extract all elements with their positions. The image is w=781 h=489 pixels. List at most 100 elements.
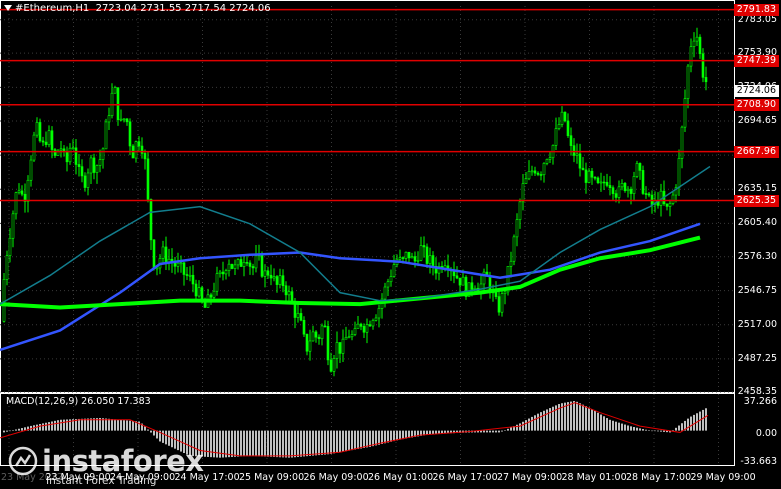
- candle-bull: [683, 98, 687, 128]
- macd-bar: [54, 420, 56, 431]
- macd-bar: [498, 430, 500, 433]
- macd-bar: [573, 401, 575, 431]
- time-tick: 25 May 09:00: [239, 472, 305, 483]
- current-price-tag: 2724.06: [733, 85, 779, 97]
- macd-bar: [255, 430, 257, 457]
- candle-bull: [17, 190, 21, 193]
- level-label: 2747.39: [733, 54, 779, 67]
- macd-bar: [672, 430, 674, 431]
- macd-bar: [693, 414, 695, 431]
- macd-bar: [45, 422, 47, 431]
- candle-bear: [194, 283, 198, 297]
- candle-bull: [29, 159, 33, 181]
- candle-bear: [221, 271, 225, 275]
- candle-bull: [101, 148, 105, 160]
- macd-bar: [486, 430, 488, 433]
- candle-bear: [314, 331, 318, 338]
- macd-bar: [366, 430, 368, 448]
- ma_fast-line: [0, 222, 701, 352]
- candle-bull: [677, 158, 681, 188]
- candle-bull: [59, 148, 63, 151]
- watermark-brand: instaforex: [42, 444, 204, 478]
- macd-bar: [675, 427, 677, 431]
- time-tick: 26 May 17:00: [432, 472, 498, 483]
- candle-bear: [329, 359, 333, 372]
- candle-bear: [563, 111, 567, 122]
- candle-bear: [704, 77, 708, 83]
- macd-bar: [276, 430, 278, 458]
- macd-bar: [39, 424, 41, 431]
- candle-bull: [5, 255, 9, 280]
- candle-bull: [392, 264, 396, 277]
- candle-bull: [89, 157, 93, 174]
- candle-bear: [53, 149, 57, 156]
- time-tick: 26 May 09:00: [303, 472, 369, 483]
- macd-bar: [489, 430, 491, 433]
- candle-bear: [368, 324, 372, 327]
- level-label: 2625.35: [733, 194, 779, 207]
- macd-bar: [243, 430, 245, 457]
- time-tick: 27 May 09:00: [497, 472, 563, 483]
- macd-bar: [333, 430, 335, 454]
- macd-bar: [648, 430, 650, 431]
- macd-bar: [603, 416, 605, 431]
- candle-bear: [611, 187, 615, 194]
- macd-bar: [609, 419, 611, 431]
- candle-bear: [146, 158, 150, 200]
- candle-bear: [77, 164, 81, 167]
- candle-bull: [98, 159, 102, 166]
- macd-bar: [516, 424, 518, 431]
- candle-bull: [356, 323, 360, 329]
- candle-bull: [197, 287, 201, 297]
- candle-bear: [245, 262, 249, 264]
- candle-bull: [515, 219, 519, 238]
- macd-bar: [147, 429, 149, 431]
- macd-bar: [264, 430, 266, 457]
- candle-bull: [371, 320, 375, 327]
- candle-bull: [308, 340, 312, 352]
- price-chart[interactable]: [0, 0, 781, 489]
- candle-bull: [398, 257, 402, 260]
- macd-bar: [654, 430, 656, 432]
- macd-bar: [429, 430, 431, 435]
- macd-bar: [129, 420, 131, 431]
- candle-bear: [20, 190, 24, 195]
- candle-bull: [218, 271, 222, 274]
- macd-bar: [18, 428, 20, 431]
- macd-bar: [348, 430, 350, 451]
- macd-bar: [42, 423, 44, 431]
- candle-bear: [698, 36, 702, 55]
- macd-bar: [318, 430, 320, 456]
- candle-bull: [509, 260, 513, 267]
- macd-label: MACD(12,26,9) 26.050 17.383: [6, 396, 151, 407]
- macd-bar: [21, 428, 23, 431]
- macd-bar: [570, 401, 572, 431]
- macd-bar: [294, 430, 296, 458]
- candle-bear: [572, 145, 576, 156]
- macd-bar: [381, 430, 383, 444]
- macd-bar: [540, 412, 542, 431]
- macd-bar: [267, 430, 269, 457]
- candle-bull: [512, 236, 516, 262]
- macd-bar: [213, 430, 215, 458]
- macd-bar: [705, 408, 707, 431]
- candle-bull: [461, 276, 465, 286]
- candle-bull: [263, 270, 267, 277]
- candle-bear: [125, 118, 129, 123]
- candle-bear: [584, 169, 588, 183]
- macd-bar: [285, 430, 287, 458]
- macd-bar: [588, 407, 590, 431]
- macd-bar: [357, 430, 359, 450]
- macd-bar: [579, 403, 581, 431]
- candle-bull: [545, 158, 549, 164]
- candle-bear: [74, 147, 78, 165]
- candle-bear: [80, 166, 84, 177]
- macd-bar: [303, 430, 305, 457]
- price-tick: 2635.15: [737, 183, 777, 195]
- trading-chart[interactable]: #Ethereum,H1 2723.04 2731.55 2717.54 272…: [0, 0, 781, 489]
- macd-bar: [120, 419, 122, 431]
- candle-bull: [365, 324, 369, 333]
- macd-bar: [525, 420, 527, 431]
- instaforex-logo-icon: [8, 446, 38, 476]
- macd-bar: [117, 419, 119, 431]
